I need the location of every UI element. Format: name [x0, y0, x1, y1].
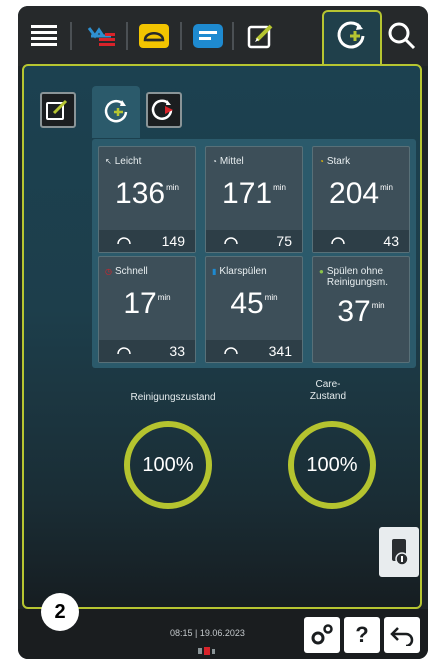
help-button[interactable]: ?	[344, 617, 380, 653]
subtab-cleaning-start[interactable]	[146, 92, 182, 128]
separator	[232, 22, 234, 50]
program-card-leicht[interactable]: ↖ Leicht 136min 149	[98, 146, 196, 253]
program-count: 75	[206, 230, 302, 252]
gauge-icon	[117, 347, 131, 355]
gears-icon	[311, 624, 333, 645]
program-count: 33	[99, 340, 195, 362]
gauge-icon	[117, 237, 131, 245]
program-count	[313, 340, 409, 362]
gauge-icon	[224, 237, 238, 245]
program-label: ◔ Stark	[319, 156, 351, 167]
program-count: 149	[99, 230, 195, 252]
program-duration: 17min	[123, 287, 171, 320]
program-label: ◔ Mittel	[212, 156, 244, 167]
top-navigation-bar	[18, 6, 428, 68]
program-duration: 45min	[230, 287, 278, 320]
program-card-stark[interactable]: ◔ Stark 204min 43	[312, 146, 410, 253]
water-drop-icon: ●	[319, 267, 324, 276]
gauge-icon	[331, 237, 345, 245]
program-label: ◷ Schnell	[105, 266, 148, 277]
subtab-edit[interactable]	[40, 92, 76, 128]
cooking-methods-icon[interactable]	[82, 16, 122, 56]
strong-icon: ◔	[319, 157, 324, 166]
subtab-cleaning-programs[interactable]	[92, 86, 140, 138]
gauge-icon	[224, 347, 238, 355]
separator	[70, 22, 72, 50]
step-badge: 2	[41, 593, 79, 631]
search-icon[interactable]	[382, 16, 422, 56]
bread-icon[interactable]	[134, 16, 174, 56]
program-duration: 37min	[337, 295, 385, 328]
light-icon: ↖	[105, 157, 112, 166]
cleaning-panel: ↖ Leicht 136min 149 ◔ Mittel 171min 75 ◔ St…	[22, 64, 422, 609]
rinse-icon: ▮	[212, 267, 217, 276]
program-duration: 136min	[115, 177, 179, 210]
separator	[180, 22, 182, 50]
program-label: ↖ Leicht	[105, 156, 142, 167]
fast-icon: ◷	[105, 267, 112, 276]
program-label: ▮ Klarspülen	[212, 266, 267, 277]
program-label: ● Spülen ohne Reinigungsm.	[319, 266, 388, 288]
list-icon[interactable]	[188, 16, 228, 56]
status-icons	[198, 642, 218, 655]
usb-icon	[392, 539, 409, 566]
datetime-label: 08:15 | 19.06.2023	[170, 628, 245, 638]
usb-export-button[interactable]	[379, 527, 419, 577]
menu-icon[interactable]	[24, 16, 64, 56]
program-duration: 171min	[222, 177, 286, 210]
edit-icon[interactable]	[242, 16, 282, 56]
cleaning-status-label: Reinigungszustand	[130, 392, 216, 403]
program-count: 341	[206, 340, 302, 362]
program-card-mittel[interactable]: ◔ Mittel 171min 75	[205, 146, 303, 253]
program-duration: 204min	[329, 177, 393, 210]
program-card-schnell[interactable]: ◷ Schnell 17min 33	[98, 256, 196, 363]
cleaning-status-gauge: 100%	[124, 421, 212, 509]
program-card-klarspuelen[interactable]: ▮ Klarspülen 45min 341	[205, 256, 303, 363]
back-arrow-icon	[390, 627, 414, 646]
care-status-gauge: 100%	[288, 421, 376, 509]
separator	[126, 22, 128, 50]
medium-icon: ◔	[212, 157, 217, 166]
program-count: 43	[313, 230, 409, 252]
cleaning-programs-grid: ↖ Leicht 136min 149 ◔ Mittel 171min 75 ◔ St…	[92, 139, 416, 368]
care-status-label: Care- Zustand	[309, 379, 347, 402]
program-card-spuelen-ohne[interactable]: ● Spülen ohne Reinigungsm. 37min	[312, 256, 410, 363]
cleaning-icon[interactable]	[332, 16, 372, 56]
device-screen: ↖ Leicht 136min 149 ◔ Mittel 171min 75 ◔ St…	[18, 6, 428, 659]
back-button[interactable]	[384, 617, 420, 653]
settings-button[interactable]	[304, 617, 340, 653]
